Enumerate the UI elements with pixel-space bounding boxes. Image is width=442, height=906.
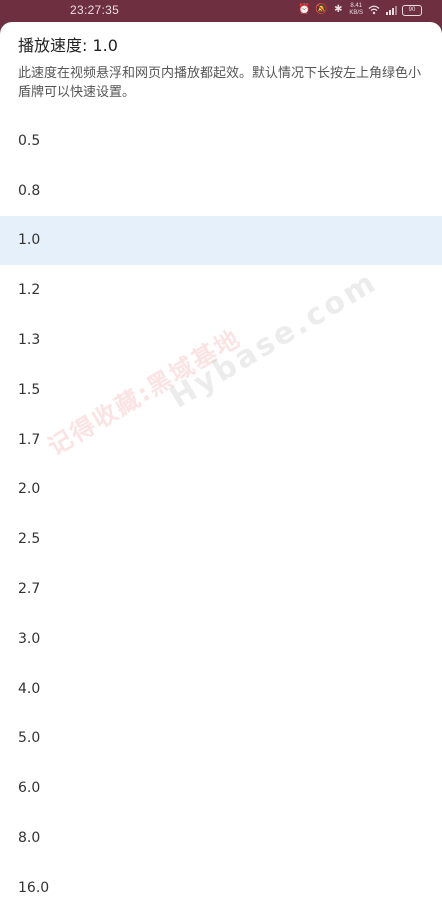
speed-option-6-0[interactable]: 6.0 — [0, 763, 442, 813]
speed-option-label: 0.8 — [18, 182, 41, 199]
speed-option-label: 4.0 — [18, 680, 41, 697]
speed-option-label: 16.0 — [18, 879, 50, 896]
speed-option-2-0[interactable]: 2.0 — [0, 465, 442, 515]
speed-option-label: 1.7 — [18, 431, 41, 448]
net-speed: 8.41 KB/S — [349, 3, 363, 17]
speed-option-label: 1.3 — [18, 332, 41, 349]
battery-icon: 90 — [402, 4, 422, 16]
speed-option-0-8[interactable]: 0.8 — [0, 166, 442, 216]
speed-option-label: 5.0 — [18, 730, 41, 747]
speed-option-1-0[interactable]: 1.0 — [0, 215, 442, 266]
speed-option-1-3[interactable]: 1.3 — [0, 315, 442, 365]
bluetooth-icon: ✱ — [334, 4, 343, 15]
speed-option-label: 1.5 — [18, 381, 41, 398]
speed-option-label: 1.0 — [18, 232, 41, 249]
net-speed-unit: KB/S — [349, 10, 363, 16]
speed-option-label: 2.0 — [18, 481, 41, 498]
speed-option-16-0[interactable]: 16.0 — [0, 863, 442, 906]
bell-off-icon: 🔕 — [315, 4, 328, 15]
speed-option-label: 2.5 — [18, 531, 41, 548]
signal-icon — [385, 4, 397, 16]
speed-option-1-7[interactable]: 1.7 — [0, 415, 442, 465]
status-icons: ⏰ 🔕 ✱ 8.41 KB/S 90 — [298, 3, 422, 17]
speed-option-1-2[interactable]: 1.2 — [0, 265, 442, 315]
dialog-title: 播放速度: 1.0 — [18, 36, 118, 55]
speed-option-8-0[interactable]: 8.0 — [0, 813, 442, 863]
speed-option-0-5[interactable]: 0.5 — [0, 116, 442, 166]
speed-option-1-5[interactable]: 1.5 — [0, 365, 442, 415]
status-bar: 23:27:35 ⏰ 🔕 ✱ 8.41 KB/S 90 — [0, 0, 442, 22]
wifi-icon — [368, 4, 380, 16]
speed-option-3-0[interactable]: 3.0 — [0, 614, 442, 664]
speed-option-2-5[interactable]: 2.5 — [0, 514, 442, 564]
speed-option-label: 3.0 — [18, 630, 41, 647]
speed-option-5-0[interactable]: 5.0 — [0, 714, 442, 764]
speed-option-label: 8.0 — [18, 830, 41, 847]
speed-option-label: 1.2 — [18, 282, 41, 299]
speed-option-label: 2.7 — [18, 581, 41, 598]
speed-option-4-0[interactable]: 4.0 — [0, 664, 442, 714]
alarm-icon: ⏰ — [298, 4, 311, 15]
playback-speed-dialog: 播放速度: 1.0 此速度在视频悬浮和网页内播放都起效。默认情况下长按左上角绿色… — [0, 22, 442, 906]
status-time: 23:27:35 — [70, 3, 120, 17]
speed-options-list: 0.5 0.8 1.0 1.2 1.3 1.5 1.7 2.0 2.5 2.7 3.0 4.0 5.0 6… — [0, 116, 442, 906]
dialog-description: 此速度在视频悬浮和网页内播放都起效。默认情况下长按左上角绿色小盾牌可以快速设置。 — [18, 66, 422, 100]
net-speed-value: 8.41 — [350, 3, 362, 9]
speed-option-label: 6.0 — [18, 780, 41, 797]
speed-option-2-7[interactable]: 2.7 — [0, 564, 442, 614]
speed-option-label: 0.5 — [18, 132, 41, 149]
